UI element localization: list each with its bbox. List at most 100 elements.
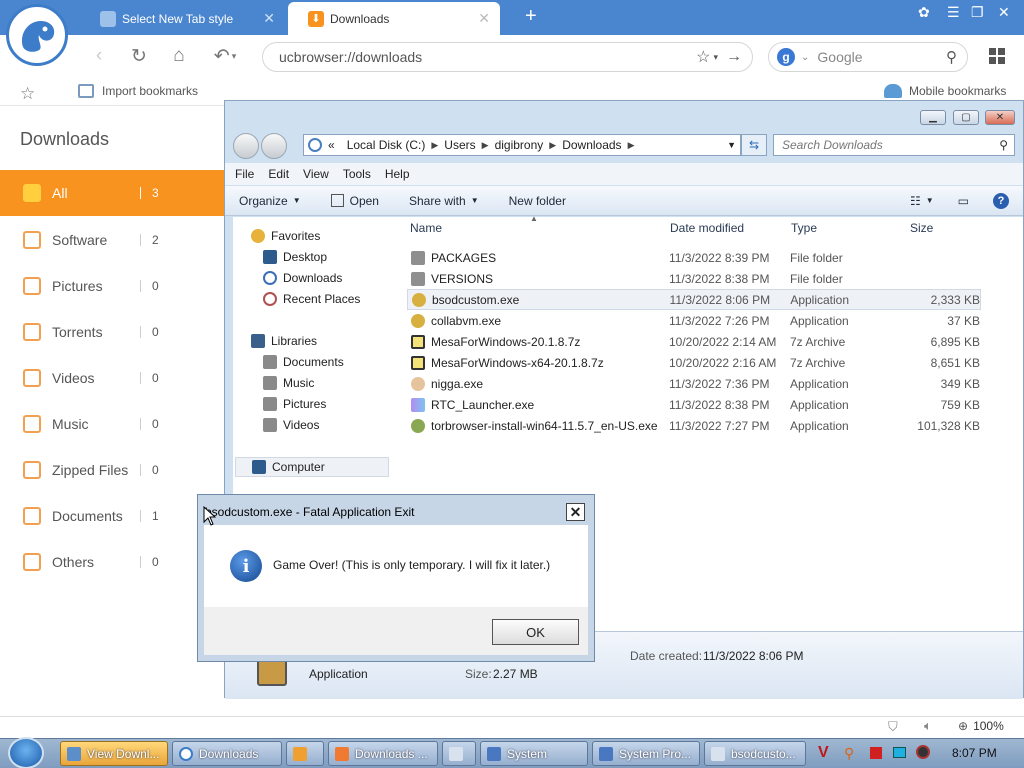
nav-recent-places[interactable]: Recent Places [263,292,360,306]
taskbar-item-downloads-browser[interactable]: Downloads [172,741,282,766]
file-row[interactable]: VERSIONS 11/3/2022 8:38 PM File folder [407,268,981,289]
breadcrumb-overflow[interactable]: « [328,138,335,152]
explorer-address-bar[interactable]: « Local Disk (C:) ▶ Users ▶ digibrony ▶ … [303,134,741,156]
nav-videos[interactable]: Videos [263,418,319,432]
chevron-right-icon[interactable]: ▶ [549,140,556,151]
taskbar-item-system-properties[interactable]: System Pro... [592,741,700,766]
chevron-down-icon[interactable]: ⌄ [801,52,809,63]
breadcrumb-local-disk[interactable]: Local Disk (C:) [347,138,426,152]
breadcrumb-digibrony[interactable]: digibrony [495,138,544,152]
sidebar-item-others[interactable]: Others 0 [0,539,224,585]
menu-icon[interactable]: ☰ [947,4,960,21]
new-folder-button[interactable]: New folder [509,194,566,208]
tab-downloads[interactable]: ⬇ Downloads ✕ [288,2,500,35]
uc-browser-logo[interactable] [6,4,68,66]
reload-icon[interactable]: ↻ [128,45,150,67]
file-row[interactable]: MesaForWindows-x64-20.1.8.7z 10/20/2022 … [407,352,981,373]
tray-search-icon[interactable]: ⚲ [844,745,854,762]
nav-computer[interactable]: Computer [235,457,389,477]
chevron-right-icon[interactable]: ▶ [431,140,438,151]
new-tab-button[interactable]: + [525,5,537,28]
chevron-down-icon[interactable]: ▾ [713,52,718,63]
google-icon[interactable]: g [777,48,795,66]
menu-help[interactable]: Help [385,167,410,181]
shield-icon[interactable]: ⛉ [888,719,898,735]
home-icon[interactable]: ⌂ [168,45,190,67]
refresh-icon[interactable]: ⇆ [741,134,767,156]
chevron-down-icon[interactable]: ▼ [727,140,736,150]
search-box[interactable]: g ⌄ Google ⚲ [768,42,968,72]
tray-v-icon[interactable]: V [818,744,829,762]
close-button[interactable]: ✕ [985,110,1015,125]
breadcrumb-users[interactable]: Users [444,138,475,152]
menu-edit[interactable]: Edit [268,167,289,181]
file-row[interactable]: MesaForWindows-20.1.8.7z 10/20/2022 2:14… [407,331,981,352]
tray-flag-icon[interactable] [870,747,882,759]
explorer-search-input[interactable]: Search Downloads ⚲ [773,134,1015,156]
sidebar-item-documents[interactable]: Documents 1 [0,493,224,539]
file-row[interactable]: RTC_Launcher.exe 11/3/2022 8:38 PM Appli… [407,394,981,415]
sidebar-item-music[interactable]: Music 0 [0,401,224,447]
file-row[interactable]: torbrowser-install-win64-11.5.7_en-US.ex… [407,415,981,436]
mobile-bookmarks-button[interactable]: Mobile bookmarks [884,84,1006,98]
nav-desktop[interactable]: Desktop [263,250,327,264]
import-bookmarks-button[interactable]: Import bookmarks [78,84,198,98]
address-bar[interactable]: ucbrowser://downloads ☆ ▾ → [262,42,753,72]
taskbar-item-system[interactable]: System [480,741,588,766]
taskbar-item-media[interactable] [286,741,324,766]
share-with-button[interactable]: Share with ▼ [409,194,479,208]
menu-view[interactable]: View [303,167,329,181]
preview-pane-icon[interactable]: ▭ [958,194,969,208]
explorer-title-bar[interactable] [225,101,1023,131]
restore-icon[interactable]: ❐ [971,4,984,21]
taskbar-item-bsodcustom[interactable]: bsodcusto... [704,741,806,766]
search-icon[interactable]: ⚲ [946,48,957,66]
volume-icon[interactable]: 🔈︎ [924,718,932,734]
menu-file[interactable]: File [235,167,254,181]
close-icon[interactable]: ✕ [566,503,585,521]
nav-libraries[interactable]: Libraries [251,334,317,348]
star-icon[interactable]: ☆ [696,47,710,67]
search-icon[interactable]: ⚲ [999,138,1008,152]
sidebar-item-videos[interactable]: Videos 0 [0,355,224,401]
bookmark-star-icon[interactable]: ☆ [20,84,35,104]
breadcrumb-downloads[interactable]: Downloads [562,138,621,152]
back-icon[interactable]: ‹ [88,45,110,67]
file-row[interactable]: nigga.exe 11/3/2022 7:36 PM Application … [407,373,981,394]
tab-select-new-tab-style[interactable]: Select New Tab style ✕ [80,2,285,35]
nav-documents[interactable]: Documents [263,355,344,369]
tray-record-icon[interactable] [916,745,930,759]
close-window-icon[interactable]: ✕ [998,4,1010,21]
nav-downloads[interactable]: Downloads [263,271,342,285]
sidebar-item-software[interactable]: Software 2 [0,217,224,263]
view-options-icon[interactable]: ☷ ▼ [910,194,934,208]
file-row[interactable]: collabvm.exe 11/3/2022 7:26 PM Applicati… [407,310,981,331]
minimize-button[interactable]: ▁ [920,110,946,125]
nav-pictures[interactable]: Pictures [263,397,326,411]
go-arrow-icon[interactable]: → [726,48,742,66]
sidebar-item-torrents[interactable]: Torrents 0 [0,309,224,355]
chevron-right-icon[interactable]: ▶ [482,140,489,151]
close-icon[interactable]: ✕ [478,10,490,27]
taskbar-item-downloads-window[interactable]: Downloads ... [328,741,438,766]
menu-tools[interactable]: Tools [343,167,371,181]
file-row[interactable]: bsodcustom.exe 11/3/2022 8:06 PM Applica… [407,289,981,310]
dialog-title[interactable]: bsodcustom.exe - Fatal Application Exit [205,505,414,519]
chevron-right-icon[interactable]: ▶ [628,140,635,151]
apps-grid-icon[interactable] [988,47,1006,65]
column-date-modified[interactable]: Date modified [670,221,744,235]
back-icon[interactable] [233,133,259,159]
skin-icon[interactable]: ✿ [918,4,930,21]
sidebar-item-zipped-files[interactable]: Zipped Files 0 [0,447,224,493]
organize-button[interactable]: Organize ▼ [239,194,301,208]
start-button[interactable] [8,737,44,768]
forward-icon[interactable] [261,133,287,159]
tray-network-icon[interactable] [893,747,906,758]
help-icon[interactable]: ? [993,192,1009,209]
column-size[interactable]: Size [910,221,933,235]
close-icon[interactable]: ✕ [263,10,275,27]
column-type[interactable]: Type [791,221,817,235]
undo-icon[interactable]: ↶ ▾ [208,45,242,67]
nav-favorites[interactable]: Favorites [251,229,320,243]
file-row[interactable]: PACKAGES 11/3/2022 8:39 PM File folder [407,247,981,268]
